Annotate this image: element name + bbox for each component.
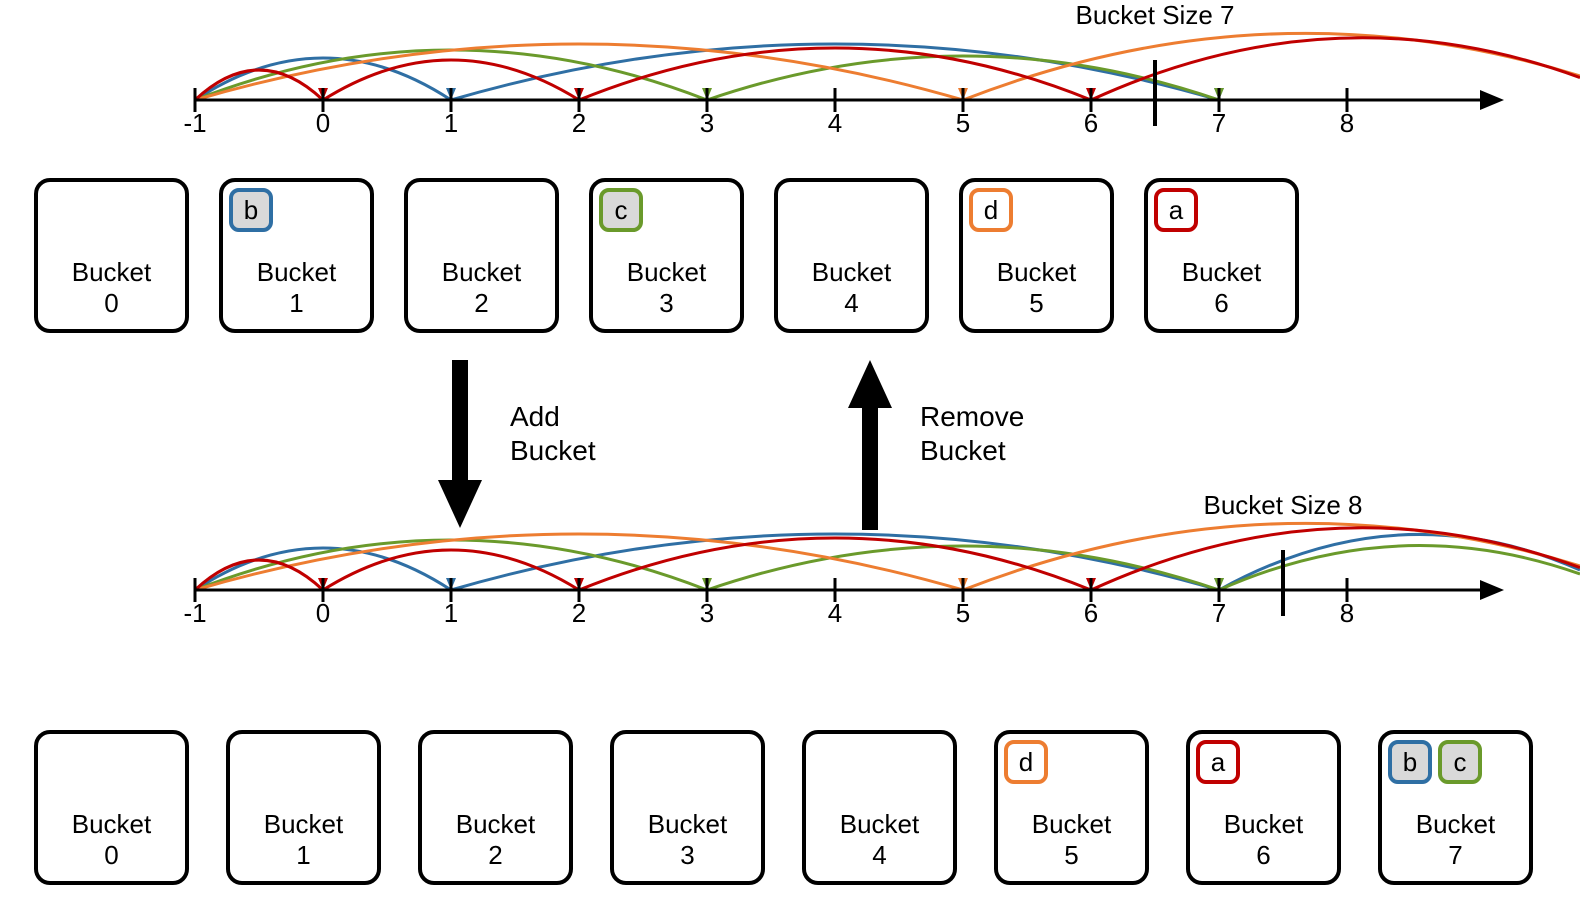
- bucket: d Bucket5: [959, 178, 1114, 333]
- tick-label: 4: [828, 598, 842, 629]
- tick-label: -1: [183, 598, 206, 629]
- hash-item-c: c: [599, 188, 643, 232]
- bucket: Bucket2: [404, 178, 559, 333]
- bucket-label: Bucket6: [1224, 809, 1304, 871]
- tick-label: 1: [444, 108, 458, 139]
- tick-label: 8: [1340, 108, 1354, 139]
- bottom-bucket-row: Bucket0 Bucket1 Bucket2 Bucket3 Bucket4 d Buck…: [34, 730, 1533, 885]
- bucket: bc Bucket7: [1378, 730, 1533, 885]
- bucket-label: Bucket0: [72, 809, 152, 871]
- hash-item-b: b: [1388, 740, 1432, 784]
- bucket: c Bucket3: [589, 178, 744, 333]
- tick-label: 2: [572, 598, 586, 629]
- hash-item-b: b: [229, 188, 273, 232]
- diagram-root: Bucket Size 7 -1012345678 Bucket0bBucket…: [0, 0, 1580, 908]
- tick-label: 7: [1212, 108, 1226, 139]
- bucket-label: Bucket1: [264, 809, 344, 871]
- bucket-label: Bucket5: [1032, 809, 1112, 871]
- tick-label: 5: [956, 108, 970, 139]
- bucket-label: Bucket3: [627, 257, 707, 319]
- bucket-text-2: Bucket: [920, 435, 1006, 466]
- tick-label: 0: [316, 108, 330, 139]
- bucket-label: Bucket2: [442, 257, 522, 319]
- tick-label: 8: [1340, 598, 1354, 629]
- hash-item-d: d: [969, 188, 1013, 232]
- tick-label: 5: [956, 598, 970, 629]
- top-bucket-row: Bucket0 b Bucket1 Bucket2 c Bucket3 Bucket4 d Bu…: [34, 178, 1299, 333]
- tick-label: 4: [828, 108, 842, 139]
- add-text: Add: [510, 401, 560, 432]
- bucket: b Bucket1: [219, 178, 374, 333]
- tick-label: 3: [700, 108, 714, 139]
- hash-item-a: a: [1154, 188, 1198, 232]
- bucket-label: Bucket7: [1416, 809, 1496, 871]
- tick-label: 0: [316, 598, 330, 629]
- bucket-label: Bucket0: [72, 257, 152, 319]
- top-size-marker: [1153, 60, 1157, 126]
- bucket: Bucket4: [802, 730, 957, 885]
- bucket: a Bucket6: [1144, 178, 1299, 333]
- bucket-text: Bucket: [510, 435, 596, 466]
- bucket: Bucket0: [34, 730, 189, 885]
- tick-label: 3: [700, 598, 714, 629]
- tick-label: 6: [1084, 108, 1098, 139]
- bucket: a Bucket6: [1186, 730, 1341, 885]
- bucket: Bucket1: [226, 730, 381, 885]
- tick-label: 2: [572, 108, 586, 139]
- remove-bucket-label: Remove Bucket: [920, 400, 1024, 467]
- bucket: d Bucket5: [994, 730, 1149, 885]
- tick-label: 7: [1212, 598, 1226, 629]
- tick-label: -1: [183, 108, 206, 139]
- bottom-size-label: Bucket Size 8: [1204, 490, 1363, 521]
- bucket-label: Bucket6: [1182, 257, 1262, 319]
- bucket: Bucket0: [34, 178, 189, 333]
- bucket: Bucket4: [774, 178, 929, 333]
- bucket: Bucket3: [610, 730, 765, 885]
- bucket-label: Bucket2: [456, 809, 536, 871]
- bucket-label: Bucket1: [257, 257, 337, 319]
- bucket-label: Bucket4: [840, 809, 920, 871]
- remove-text: Remove: [920, 401, 1024, 432]
- bottom-size-marker: [1281, 550, 1285, 616]
- tick-label: 1: [444, 598, 458, 629]
- bucket-label: Bucket4: [812, 257, 892, 319]
- hash-item-d: d: [1004, 740, 1048, 784]
- bucket-label: Bucket5: [997, 257, 1077, 319]
- hash-item-c: c: [1438, 740, 1482, 784]
- hash-item-a: a: [1196, 740, 1240, 784]
- tick-label: 6: [1084, 598, 1098, 629]
- top-size-label: Bucket Size 7: [1076, 0, 1235, 31]
- add-bucket-label: Add Bucket: [510, 400, 596, 467]
- bucket: Bucket2: [418, 730, 573, 885]
- bucket-label: Bucket3: [648, 809, 728, 871]
